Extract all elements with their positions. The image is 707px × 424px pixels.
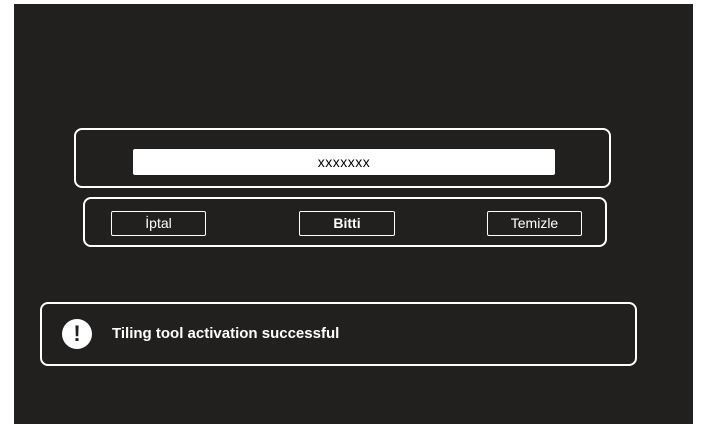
status-message-panel: ! Tiling tool activation successful [40,302,637,366]
text-input-field[interactable]: xxxxxxx [133,149,555,175]
tv-screen: xxxxxxx İptal Bitti Temizle ! Tiling too… [14,4,693,424]
status-message-text: Tiling tool activation successful [112,325,340,342]
done-button[interactable]: Bitti [299,211,395,236]
cancel-button[interactable]: İptal [111,211,206,236]
action-button-panel: İptal Bitti Temizle [83,197,607,247]
clear-button[interactable]: Temizle [487,211,582,236]
exclamation-icon: ! [62,319,92,349]
input-panel: xxxxxxx [74,128,611,188]
